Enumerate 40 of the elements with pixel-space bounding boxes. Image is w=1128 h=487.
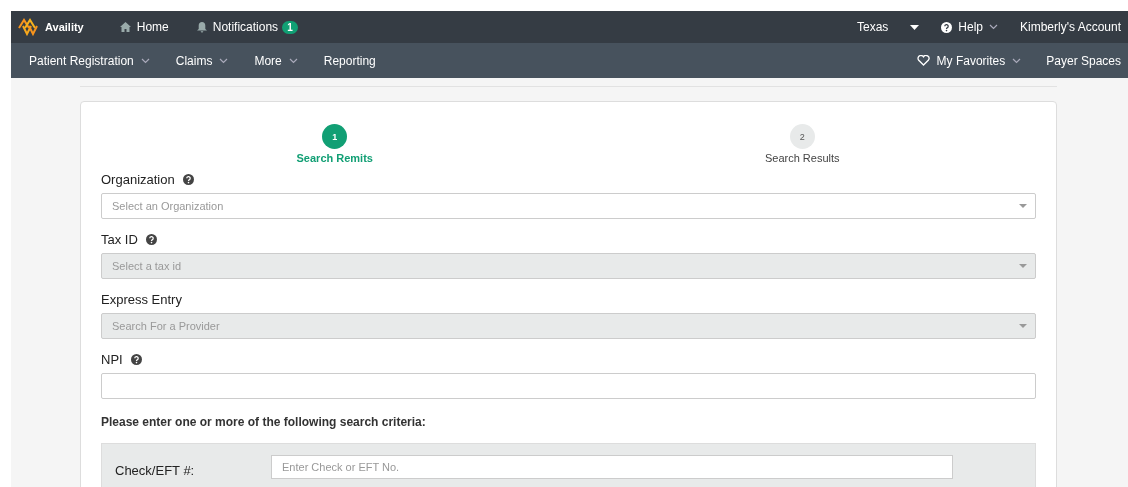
chevron-down-icon: [140, 57, 150, 64]
logo[interactable]: Availity: [11, 18, 90, 36]
home-icon: [119, 22, 131, 32]
field-label: Check/EFT #:: [115, 461, 196, 478]
field-label: Organization: [101, 172, 175, 187]
menu-item[interactable]: Patient Registration: [29, 53, 150, 68]
input-field[interactable]: [101, 373, 1036, 399]
nav-link[interactable]: Kimberly's Account: [1020, 20, 1121, 34]
nav-link[interactable]: Home: [119, 20, 169, 34]
notification-badge: 1: [282, 20, 298, 34]
menu-item[interactable]: Claims: [175, 53, 229, 68]
help-icon: [130, 354, 142, 365]
logo-icon: [17, 18, 41, 36]
chevron-down-icon: [219, 57, 229, 64]
nav-link[interactable]: Help: [941, 20, 998, 34]
section-heading: Please enter one or more of the following search criteria:: [101, 415, 427, 429]
brand-name: Availity: [45, 21, 84, 33]
field-label: Express Entry: [101, 292, 182, 307]
help-icon: [182, 174, 194, 185]
chevron-down-icon: [989, 24, 998, 30]
menu-item[interactable]: My Favorites: [916, 53, 1022, 68]
caret-down-icon: [1019, 324, 1027, 328]
menu-item[interactable]: Payer Spaces: [1046, 53, 1121, 68]
heart-icon: [916, 55, 930, 66]
field-label: Tax ID: [101, 232, 138, 247]
chevron-down-icon: [288, 57, 298, 64]
input-field[interactable]: Enter Check or EFT No.: [271, 455, 953, 479]
chevron-down-icon: [1012, 57, 1022, 64]
caret-down-icon: [1019, 264, 1027, 268]
help-icon: [941, 21, 953, 33]
caret-down-icon: [910, 24, 920, 30]
bell-icon: [196, 21, 207, 33]
wizard-step[interactable]: 2 Search Results: [568, 124, 1036, 164]
menu-item[interactable]: Reporting: [323, 53, 376, 68]
field-label: NPI: [101, 352, 123, 367]
caret-down-icon: [1019, 204, 1027, 208]
help-icon: [145, 234, 157, 245]
nav-link[interactable]: Texas: [856, 20, 920, 34]
menu-item[interactable]: More: [254, 53, 298, 68]
nav-link[interactable]: Notifications 1: [196, 20, 298, 34]
